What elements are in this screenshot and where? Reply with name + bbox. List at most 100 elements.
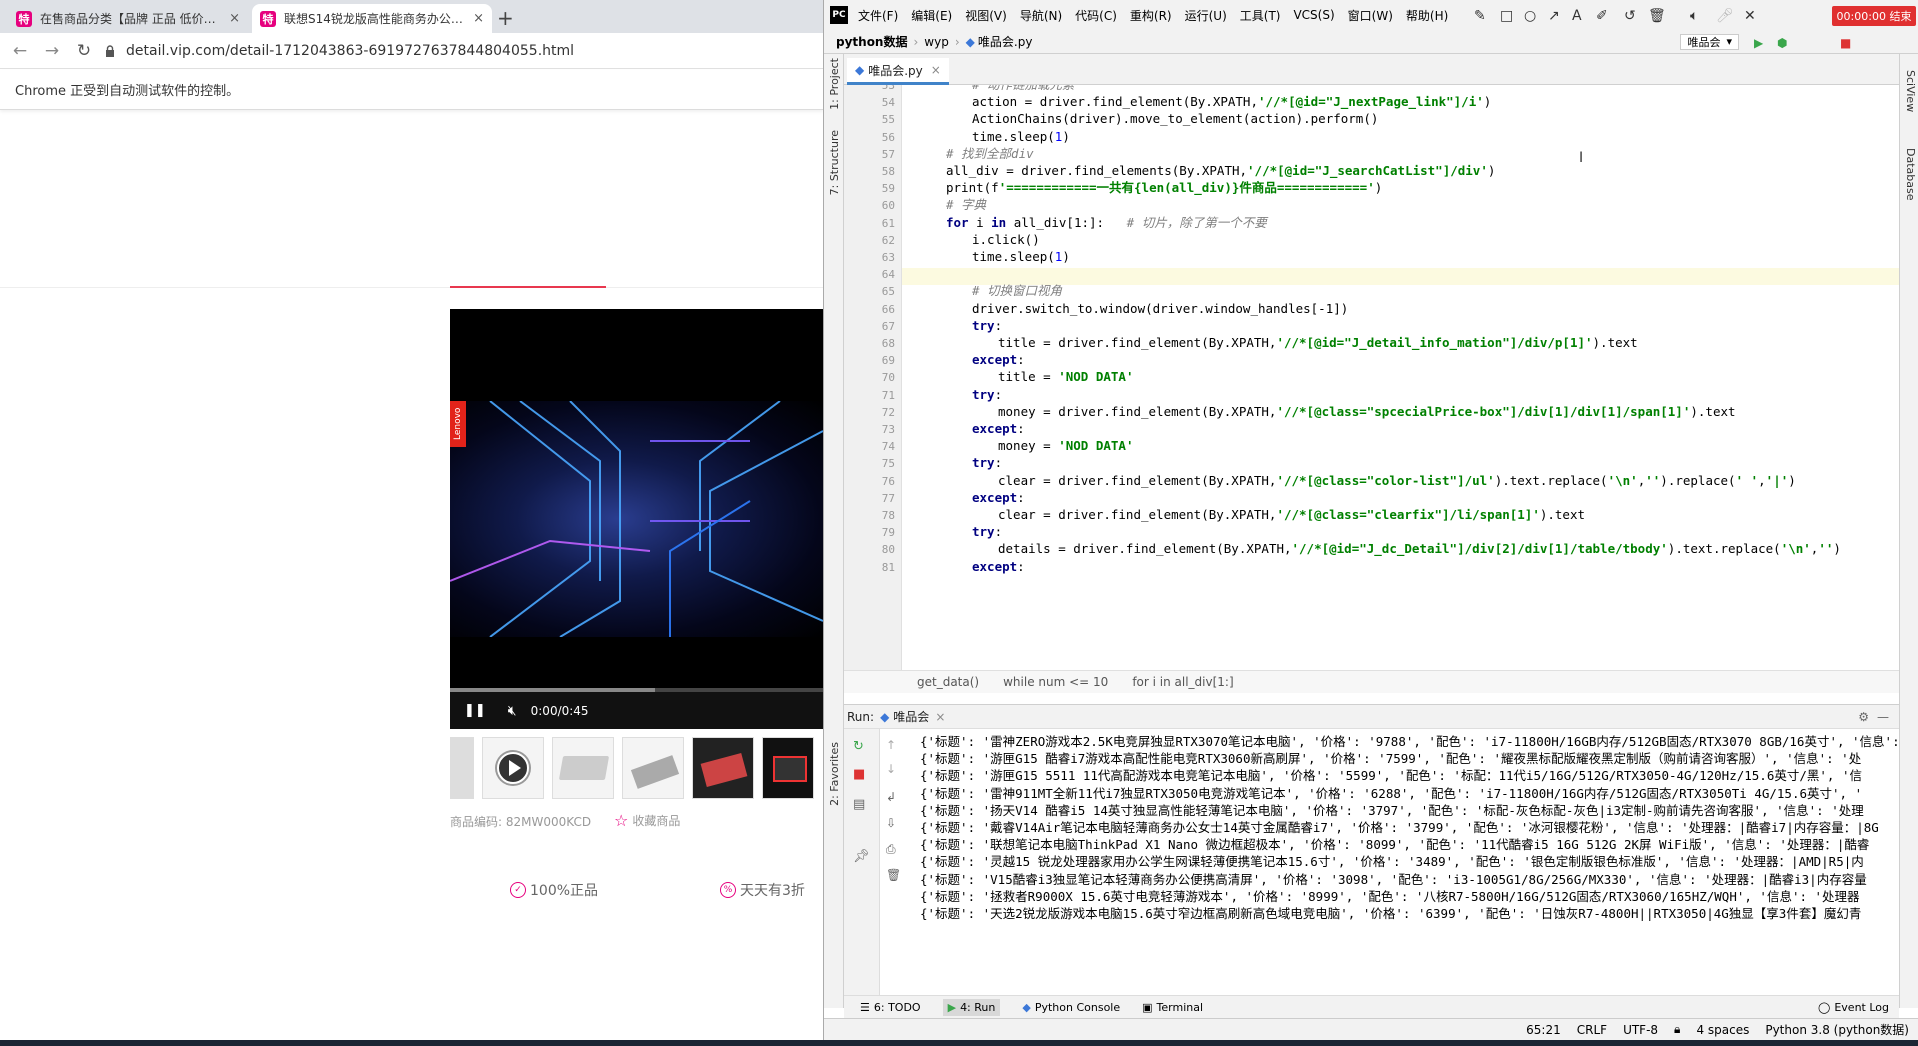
stop-icon[interactable]: ■: [1840, 36, 1851, 50]
rectangle-icon[interactable]: □: [1500, 8, 1513, 24]
menu-tools[interactable]: 工具(T): [1240, 7, 1281, 24]
menu-edit[interactable]: 编辑(E): [911, 7, 952, 24]
gear-icon[interactable]: ⚙: [1858, 710, 1869, 724]
debug-icon[interactable]: ⬢: [1777, 36, 1787, 50]
speaker-icon[interactable]: 🔈︎: [1690, 8, 1698, 24]
todo-tab[interactable]: ☰ 6: TODO: [860, 1001, 921, 1014]
crumb-function[interactable]: get_data(): [917, 675, 979, 689]
favorite-button[interactable]: ☆ 收藏商品: [614, 811, 680, 830]
close-icon[interactable]: ✕: [1744, 8, 1756, 24]
thumbnail[interactable]: [692, 737, 754, 799]
event-log-tab[interactable]: ◯ Event Log: [1818, 1001, 1889, 1014]
breadcrumb-folder[interactable]: wyp: [924, 35, 949, 49]
trash-icon[interactable]: 🗑︎: [1648, 8, 1666, 24]
mic-off-icon[interactable]: 🎤︎: [1716, 8, 1734, 24]
interpreter[interactable]: Python 3.8 (python数据): [1765, 1021, 1909, 1038]
highlight-icon[interactable]: ✐: [1596, 8, 1608, 24]
favorite-label: 收藏商品: [632, 814, 681, 828]
layout-icon[interactable]: ▤: [853, 797, 865, 812]
structure-tool-tab[interactable]: 7: Structure: [828, 130, 841, 195]
menu-code[interactable]: 代码(C): [1075, 7, 1117, 24]
scroll-end-icon[interactable]: ⇩: [886, 816, 896, 830]
database-tool-tab[interactable]: Database: [1904, 148, 1917, 201]
line-number: 67: [881, 319, 895, 333]
line-number: 81: [881, 560, 895, 574]
menu-vcs[interactable]: VCS(S): [1293, 8, 1334, 22]
code-line: details = driver.find_element(By.XPATH,'…: [998, 541, 1841, 557]
menu-refactor[interactable]: 重构(R): [1130, 7, 1172, 24]
pause-icon[interactable]: ❚❚: [464, 703, 486, 718]
video-frame: [450, 401, 823, 637]
line-number: 75: [881, 457, 895, 471]
muted-speaker-icon[interactable]: 🔇︎: [508, 703, 517, 719]
product-video-player[interactable]: Lenovo ❚❚ 🔇︎ 0:00/0:45: [450, 309, 823, 729]
breadcrumb-project[interactable]: python数据: [836, 33, 907, 50]
menu-file[interactable]: 文件(F): [858, 7, 898, 24]
video-thumbnail[interactable]: [482, 737, 544, 799]
file-encoding[interactable]: UTF-8: [1623, 1023, 1658, 1037]
lock-icon[interactable]: 🔒︎: [1674, 1022, 1680, 1037]
thumbnail[interactable]: [762, 737, 814, 799]
stop-icon[interactable]: ■: [853, 767, 865, 782]
caret-position[interactable]: 65:21: [1526, 1023, 1561, 1037]
thumbnail[interactable]: [450, 737, 474, 799]
close-icon[interactable]: ×: [935, 710, 945, 724]
right-tool-stripe: SciView Database: [1899, 54, 1918, 1008]
run-tool-tab[interactable]: ▶ 4: Run: [942, 998, 1001, 1016]
console-line: {'标题': '灵越15 锐龙处理器家用办公学生网课轻薄便携笔记本15.6寸',…: [920, 854, 1864, 870]
thumbnail[interactable]: [622, 737, 684, 799]
trash-icon[interactable]: 🗑︎: [886, 868, 901, 882]
soft-wrap-icon[interactable]: ↲: [886, 790, 896, 804]
up-arrow-icon[interactable]: ↑: [886, 738, 896, 752]
crumb-while[interactable]: while num <= 10: [1003, 675, 1108, 689]
forward-arrow-icon[interactable]: →: [42, 41, 62, 61]
print-icon[interactable]: ⎙: [886, 842, 896, 857]
browser-tab-product[interactable]: 特 联想S14锐龙版高性能商务办公笔记本 ×: [252, 4, 492, 33]
minimize-icon[interactable]: —: [1877, 710, 1889, 724]
indent-setting[interactable]: 4 spaces: [1696, 1023, 1749, 1037]
breadcrumb-file[interactable]: 唯品会.py: [978, 33, 1033, 50]
line-separator[interactable]: CRLF: [1577, 1023, 1607, 1037]
down-arrow-icon[interactable]: ↓: [886, 762, 896, 776]
menu-help[interactable]: 帮助(H): [1406, 7, 1448, 24]
line-number: 70: [881, 371, 895, 385]
menu-window[interactable]: 窗口(W): [1348, 7, 1393, 24]
browser-tab-category[interactable]: 特 在售商品分类【品牌 正品 低价】-唯品会 ×: [8, 4, 248, 33]
browser-toolbar: ← → ↻ detail.vip.com/detail-1712043863-6…: [0, 33, 823, 69]
menu-view[interactable]: 视图(V): [965, 7, 1007, 24]
close-icon[interactable]: ×: [229, 11, 240, 26]
run-tab[interactable]: 唯品会: [893, 708, 929, 725]
text-icon[interactable]: A: [1572, 8, 1582, 24]
crumb-for[interactable]: for i in all_div[1:]: [1132, 675, 1233, 689]
console-line: {'标题': '戴睿V14Air笔记本电脑轻薄商务办公女士14英寸金属酷睿i7'…: [920, 820, 1879, 835]
arrow-icon[interactable]: ↗: [1548, 8, 1560, 24]
code-editor[interactable]: 53 54 55 56 57 58 59 60 61 62 63 64 65 66 67 68 69 70 71 72…: [844, 85, 1899, 670]
pin-icon[interactable]: 📌︎: [853, 849, 870, 864]
back-arrow-icon[interactable]: ←: [10, 41, 30, 61]
close-icon[interactable]: ×: [473, 11, 484, 26]
python-console-tab[interactable]: ◆ Python Console: [1022, 1001, 1120, 1014]
sciview-tool-tab[interactable]: SciView: [1904, 70, 1917, 112]
run-config-select[interactable]: 唯品会 ▾: [1680, 33, 1739, 50]
circle-icon[interactable]: ○: [1524, 8, 1536, 24]
close-icon[interactable]: ×: [931, 63, 941, 77]
menu-run[interactable]: 运行(U): [1185, 7, 1227, 24]
chevron-down-icon: ▾: [1726, 35, 1732, 48]
editor-tab-vip[interactable]: ◆ 唯品会.py ×: [847, 58, 949, 85]
favorites-tool-tab[interactable]: 2: Favorites: [828, 742, 841, 806]
project-tool-tab[interactable]: 1: Project: [828, 58, 841, 110]
rerun-icon[interactable]: ↻: [853, 739, 864, 754]
run-icon: ▶: [947, 1000, 957, 1014]
new-tab-button[interactable]: +: [497, 6, 514, 30]
recording-timer[interactable]: 00:00:00 结束: [1832, 6, 1916, 26]
reload-icon[interactable]: ↻: [74, 41, 94, 61]
pen-icon[interactable]: ✎: [1474, 8, 1486, 24]
terminal-tab[interactable]: ▣ Terminal: [1142, 1001, 1203, 1014]
undo-icon[interactable]: ↺: [1624, 8, 1636, 24]
address-bar[interactable]: detail.vip.com/detail-1712043863-6919727…: [104, 39, 814, 63]
terminal-icon: ▣: [1142, 1000, 1153, 1014]
run-console[interactable]: {'标题': '雷神ZERO游戏本2.5K电竞屏独显RTX3070笔记本电脑',…: [912, 729, 1899, 999]
run-icon[interactable]: ▶: [1754, 36, 1763, 50]
menu-navigate[interactable]: 导航(N): [1020, 7, 1062, 24]
thumbnail[interactable]: [552, 737, 614, 799]
